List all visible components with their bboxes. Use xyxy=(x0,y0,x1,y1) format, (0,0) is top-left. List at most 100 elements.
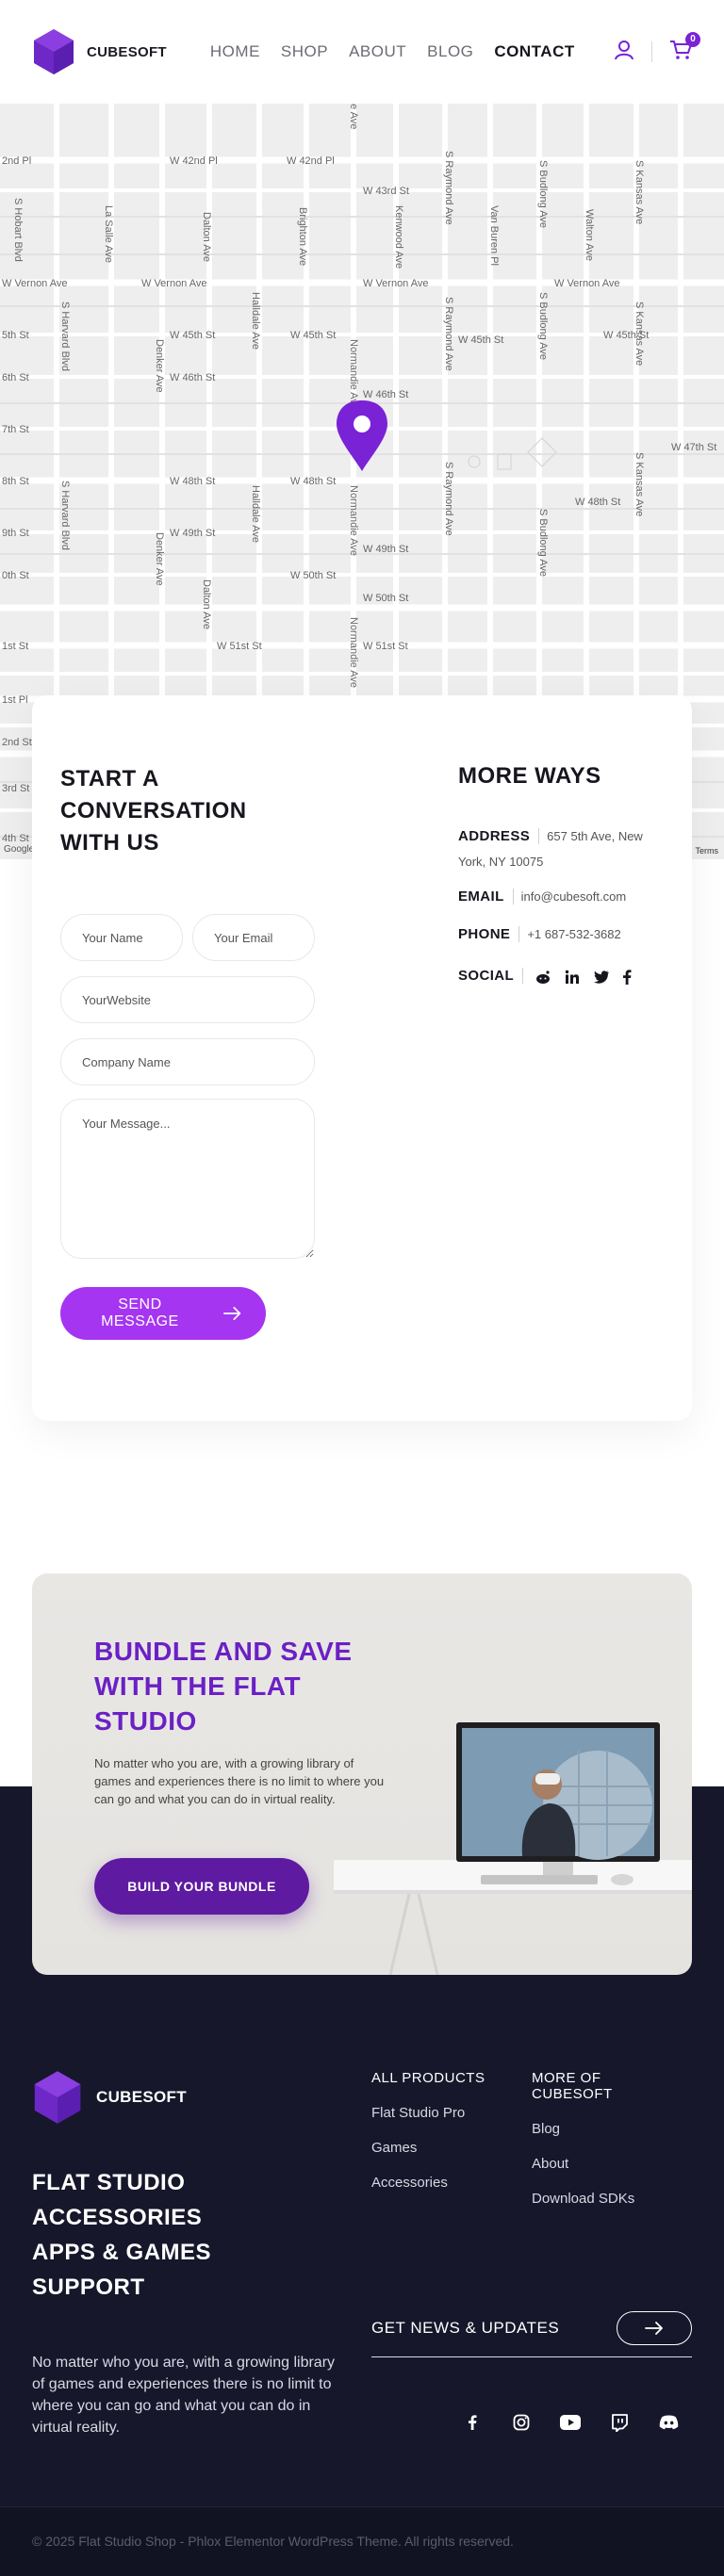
website-input[interactable] xyxy=(60,976,315,1023)
newsletter-label: GET NEWS & UPDATES xyxy=(371,2318,560,2337)
footer-text: No matter who you are, with a growing li… xyxy=(32,2355,336,2436)
email-input[interactable] xyxy=(192,914,315,961)
svg-text:1st Pl: 1st Pl xyxy=(2,694,28,706)
svg-text:W 43rd St: W 43rd St xyxy=(363,186,409,197)
svg-text:Kenwood Ave: Kenwood Ave xyxy=(393,205,404,269)
svg-text:7th St: 7th St xyxy=(2,424,29,435)
logo-text: CUBESOFT xyxy=(87,43,167,60)
svg-text:S Kansas Ave: S Kansas Ave xyxy=(634,452,645,516)
twitch-icon[interactable] xyxy=(609,2412,630,2433)
svg-text:Normandie Ave: Normandie Ave xyxy=(348,617,359,688)
footer-link-accessories-small[interactable]: Accessories xyxy=(371,2175,513,2191)
footer-link-blog[interactable]: Blog xyxy=(532,2121,654,2137)
svg-text:W 46th St: W 46th St xyxy=(170,372,215,383)
nav-about[interactable]: ABOUT xyxy=(349,42,406,61)
nav-shop[interactable]: SHOP xyxy=(281,42,328,61)
footer-col-title: MORE OF CUBESOFT xyxy=(532,2070,613,2102)
instagram-icon[interactable] xyxy=(511,2412,532,2433)
svg-text:W 48th St: W 48th St xyxy=(290,476,336,487)
nav-contact[interactable]: CONTACT xyxy=(494,42,574,61)
footer-social-icons xyxy=(462,2412,679,2433)
contact-social-icons xyxy=(535,969,632,985)
svg-text:6th St: 6th St xyxy=(2,372,29,383)
svg-text:Denker Ave: Denker Ave xyxy=(154,532,165,586)
company-input[interactable] xyxy=(60,1038,315,1085)
phone-row: PHONE +1 687-532-3682 xyxy=(458,921,621,947)
svg-text:4th St: 4th St xyxy=(2,833,29,844)
svg-text:W 50th St: W 50th St xyxy=(363,593,408,604)
contact-card: START A CONVERSATION WITH US SEND MESSAG… xyxy=(32,695,692,1421)
youtube-icon[interactable] xyxy=(560,2412,581,2433)
facebook-icon[interactable] xyxy=(622,969,632,985)
message-textarea[interactable] xyxy=(60,1099,315,1259)
twitter-icon[interactable] xyxy=(593,970,609,984)
cart-icon[interactable]: 0 xyxy=(669,31,700,65)
svg-text:1st St: 1st St xyxy=(2,641,28,652)
facebook-icon[interactable] xyxy=(462,2412,483,2433)
map-google-label: Google xyxy=(4,844,35,855)
svg-text:W 46th St: W 46th St xyxy=(363,389,408,400)
email-label: EMAIL xyxy=(458,889,514,905)
send-message-label: SEND MESSAGE xyxy=(101,1296,179,1329)
svg-text:e Ave: e Ave xyxy=(348,104,359,129)
footer-link-flat-studio[interactable]: FLAT STUDIO xyxy=(32,2165,211,2200)
map-terms-link[interactable]: Terms xyxy=(696,846,719,856)
svg-text:S Hobart Blvd: S Hobart Blvd xyxy=(12,198,24,262)
svg-text:5th St: 5th St xyxy=(2,330,29,341)
user-icon[interactable] xyxy=(614,40,634,65)
discord-icon[interactable] xyxy=(658,2412,679,2433)
svg-text:W Vernon Ave: W Vernon Ave xyxy=(2,278,68,289)
site-logo[interactable]: CUBESOFT xyxy=(32,27,167,76)
svg-text:Normandie Ave: Normandie Ave xyxy=(348,485,359,556)
nav-blog[interactable]: BLOG xyxy=(427,42,473,61)
phone-label: PHONE xyxy=(458,926,520,942)
header-divider xyxy=(651,41,652,62)
linkedin-icon[interactable] xyxy=(565,970,580,985)
build-bundle-button[interactable]: BUILD YOUR BUNDLE xyxy=(94,1858,309,1915)
svg-text:W 42nd Pl: W 42nd Pl xyxy=(170,155,218,167)
main-nav: HOME SHOP ABOUT BLOG CONTACT xyxy=(210,42,575,61)
contact-title: START A CONVERSATION WITH US xyxy=(60,766,247,856)
svg-text:S Harvard Blvd: S Harvard Blvd xyxy=(59,481,71,550)
footer-col-title: ALL PRODUCTS xyxy=(371,2070,485,2086)
name-input[interactable] xyxy=(60,914,183,961)
svg-text:S Raymond Ave: S Raymond Ave xyxy=(443,151,454,225)
footer-link-flat-studio-pro[interactable]: Flat Studio Pro xyxy=(371,2105,513,2121)
footer-link-accessories[interactable]: ACCESSORIES xyxy=(32,2200,211,2235)
svg-text:9th St: 9th St xyxy=(2,528,29,539)
svg-text:La Salle Ave: La Salle Ave xyxy=(103,205,114,263)
footer-link-support[interactable]: SUPPORT xyxy=(32,2270,211,2305)
footer-link-apps-games[interactable]: APPS & GAMES xyxy=(32,2235,211,2270)
svg-text:2nd Pl: 2nd Pl xyxy=(2,155,31,167)
header-icons: 0 xyxy=(614,31,700,65)
footer-logo[interactable]: CUBESOFT xyxy=(32,2069,187,2126)
svg-text:8th St: 8th St xyxy=(2,476,29,487)
arrow-right-icon xyxy=(222,1307,241,1320)
footer-link-about[interactable]: About xyxy=(532,2156,654,2172)
svg-text:S Harvard Blvd: S Harvard Blvd xyxy=(59,302,71,371)
svg-text:W 48th St: W 48th St xyxy=(575,497,620,508)
svg-text:Dalton Ave: Dalton Ave xyxy=(201,212,212,262)
svg-text:W 47th St: W 47th St xyxy=(671,442,716,453)
phone-value[interactable]: +1 687-532-3682 xyxy=(527,927,620,941)
svg-text:W Vernon Ave: W Vernon Ave xyxy=(141,278,207,289)
footer-link-download-sdks[interactable]: Download SDKs xyxy=(532,2191,654,2207)
svg-text:S Budlong Ave: S Budlong Ave xyxy=(537,509,549,577)
svg-text:Brighton Ave: Brighton Ave xyxy=(297,207,308,266)
reddit-icon[interactable] xyxy=(535,970,551,985)
svg-text:S Budlong Ave: S Budlong Ave xyxy=(537,292,549,360)
address-label: ADDRESS xyxy=(458,828,540,844)
nav-home[interactable]: HOME xyxy=(210,42,260,61)
svg-text:Normandie Ave: Normandie Ave xyxy=(348,339,359,410)
footer-link-games[interactable]: Games xyxy=(371,2140,513,2156)
email-value[interactable]: info@cubesoft.com xyxy=(521,889,626,904)
site-header: CUBESOFT HOME SHOP ABOUT BLOG CONTACT 0 xyxy=(0,0,724,104)
svg-text:Denker Ave: Denker Ave xyxy=(154,339,165,393)
newsletter-submit-button[interactable] xyxy=(617,2310,692,2345)
copyright-bar: © 2025 Flat Studio Shop - Phlox Elemento… xyxy=(0,2506,724,2576)
svg-text:W 45th St: W 45th St xyxy=(290,330,336,341)
svg-text:W 49th St: W 49th St xyxy=(170,528,215,539)
svg-text:Halldale Ave: Halldale Ave xyxy=(250,292,261,350)
send-message-button[interactable]: SEND MESSAGE xyxy=(60,1287,266,1340)
social-row: SOCIAL xyxy=(458,963,632,988)
